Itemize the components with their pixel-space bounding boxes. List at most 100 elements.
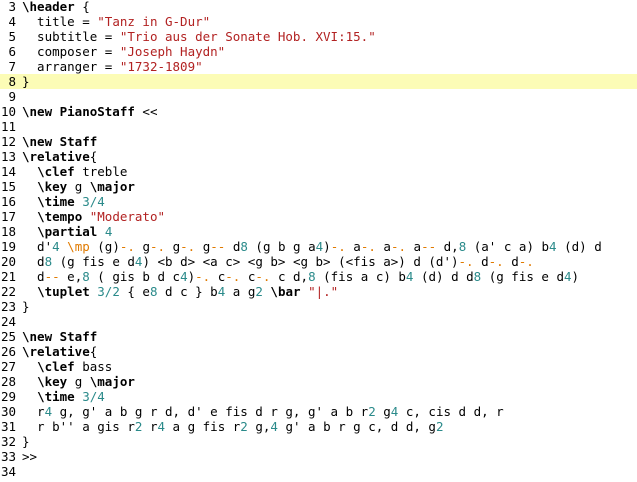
code-token: "Joseph Haydn" xyxy=(119,44,226,59)
line-number: 21 xyxy=(0,269,16,284)
line-number: 25 xyxy=(0,329,16,344)
code-line[interactable]: 19 d'4 \mp (g)-. g-. g-. g-- d8 (g b g a… xyxy=(0,239,637,254)
code-line[interactable]: 24 xyxy=(0,314,637,329)
code-token: ) xyxy=(323,239,331,254)
code-token: "Tanz in G-Dur" xyxy=(97,14,211,29)
code-token: 3/2 xyxy=(97,284,120,299)
code-line[interactable]: 12 \new Staff xyxy=(0,134,637,149)
code-token: subtitle = xyxy=(22,29,120,44)
code-token: { xyxy=(89,149,98,164)
code-line[interactable]: 33 >> xyxy=(0,449,637,464)
code-token: 8 xyxy=(149,284,158,299)
code-line[interactable]: 8} xyxy=(0,74,637,89)
code-line[interactable]: 22 \tuplet 3/2 { e8 d c } b4 a g2 \bar "… xyxy=(0,284,637,299)
code-token: -. xyxy=(255,269,271,284)
code-line[interactable]: 28 \key g \major xyxy=(0,374,637,389)
code-token: >> xyxy=(22,449,38,464)
code-line[interactable]: 17 \tempo "Moderato" xyxy=(0,209,637,224)
code-line[interactable]: 9 xyxy=(0,89,637,104)
code-line[interactable]: 5 subtitle = "Trio aus der Sonate Hob. X… xyxy=(0,29,637,44)
code-line[interactable]: 6 composer = "Joseph Haydn" xyxy=(0,44,637,59)
line-number: 4 xyxy=(8,14,16,29)
line-number: 6 xyxy=(8,44,16,59)
code-line[interactable]: 34 xyxy=(0,464,637,479)
code-line[interactable]: 27 \clef bass xyxy=(0,359,637,374)
code-text: subtitle = "Trio aus der Sonate Hob. XVI… xyxy=(22,29,376,44)
code-token: (g fis e d xyxy=(481,269,564,284)
code-text: \header { xyxy=(22,0,90,14)
code-token: "Trio aus der Sonate Hob. XVI:15." xyxy=(119,29,376,44)
code-token: composer = xyxy=(22,44,120,59)
code-text: \new Staff xyxy=(22,134,97,149)
code-token: -. xyxy=(360,239,376,254)
code-token: g xyxy=(67,179,90,194)
code-token: 4 xyxy=(180,269,188,284)
code-text: \clef bass xyxy=(22,359,112,374)
line-number: 9 xyxy=(8,89,16,104)
code-line[interactable]: 21 d-- e,8 ( gis b d c4)-. c-. c-. c d,8… xyxy=(0,269,637,284)
code-line[interactable]: 16 \time 3/4 xyxy=(0,194,637,209)
code-line[interactable]: 20 d8 (g fis e d4) <b d> <a c> <g b> <g … xyxy=(0,254,637,269)
code-line[interactable]: 26 \relative{ xyxy=(0,344,637,359)
code-token: 2 xyxy=(435,419,444,434)
code-line[interactable]: 13 \relative{ xyxy=(0,149,637,164)
code-text: arranger = "1732-1809" xyxy=(22,59,203,74)
code-line[interactable]: 25 \new Staff xyxy=(0,329,637,344)
code-token: d xyxy=(22,254,45,269)
code-text: \time 3/4 xyxy=(22,389,105,404)
code-line[interactable]: 30 r4 g, g' a b g r d, d' e fis d r g, g… xyxy=(0,404,637,419)
code-text: \clef treble xyxy=(22,164,127,179)
code-line[interactable]: 3 \header { xyxy=(0,0,637,14)
code-token: r xyxy=(22,404,45,419)
code-line[interactable]: 7 arranger = "1732-1809" xyxy=(0,59,637,74)
code-line[interactable]: 31 r b'' a gis r2 r4 a g fis r2 g,4 g' a… xyxy=(0,419,637,434)
code-line[interactable]: 14 \clef treble xyxy=(0,164,637,179)
code-text: } xyxy=(22,434,30,449)
line-number: 14 xyxy=(0,164,16,179)
code-token: 8 xyxy=(82,269,90,284)
code-token: 4 xyxy=(157,419,166,434)
code-token: \key xyxy=(37,374,68,389)
line-number: 7 xyxy=(8,59,16,74)
line-number: 15 xyxy=(0,179,16,194)
code-line[interactable]: 32} xyxy=(0,434,637,449)
code-token: \time xyxy=(37,389,75,404)
code-token: c d, xyxy=(270,269,309,284)
code-token: { e xyxy=(119,284,150,299)
code-token: } xyxy=(22,299,30,314)
line-number: 29 xyxy=(0,389,16,404)
code-token: << xyxy=(134,104,158,119)
code-line[interactable]: 4 title = "Tanz in G-Dur" xyxy=(0,14,637,29)
code-token: \major xyxy=(89,374,135,389)
code-token: arranger = xyxy=(22,59,120,74)
code-token: bass xyxy=(74,359,113,374)
code-text: \new Staff xyxy=(22,329,97,344)
line-number: 30 xyxy=(0,404,16,419)
code-line[interactable]: 18 \partial 4 xyxy=(0,224,637,239)
code-token: "1732-1809" xyxy=(119,59,203,74)
line-number: 23 xyxy=(0,299,16,314)
code-token: g xyxy=(134,239,150,254)
code-line[interactable]: 29 \time 3/4 xyxy=(0,389,637,404)
code-token: a g xyxy=(225,284,256,299)
code-token: -- xyxy=(44,269,60,284)
code-token: \partial xyxy=(37,224,98,239)
code-token: 8 xyxy=(240,239,248,254)
code-text: \tempo "Moderato" xyxy=(22,209,165,224)
code-token: g, g' a b g r d, d' e fis d r g, g' a b … xyxy=(52,404,369,419)
code-line[interactable]: 23} xyxy=(0,299,637,314)
code-token: 4 xyxy=(44,404,53,419)
line-number: 5 xyxy=(8,29,16,44)
line-number: 31 xyxy=(0,419,16,434)
code-text: } xyxy=(22,74,30,89)
code-token: 8 xyxy=(308,269,316,284)
code-line[interactable]: 10 \new PianoStaff << xyxy=(0,104,637,119)
code-line[interactable]: 15 \key g \major xyxy=(0,179,637,194)
code-token: { xyxy=(89,344,98,359)
code-editor[interactable]: 3 \header {4 title = "Tanz in G-Dur" 5 sub… xyxy=(0,0,637,482)
code-line[interactable]: 11 xyxy=(0,119,637,134)
code-token: 2 xyxy=(368,404,376,419)
